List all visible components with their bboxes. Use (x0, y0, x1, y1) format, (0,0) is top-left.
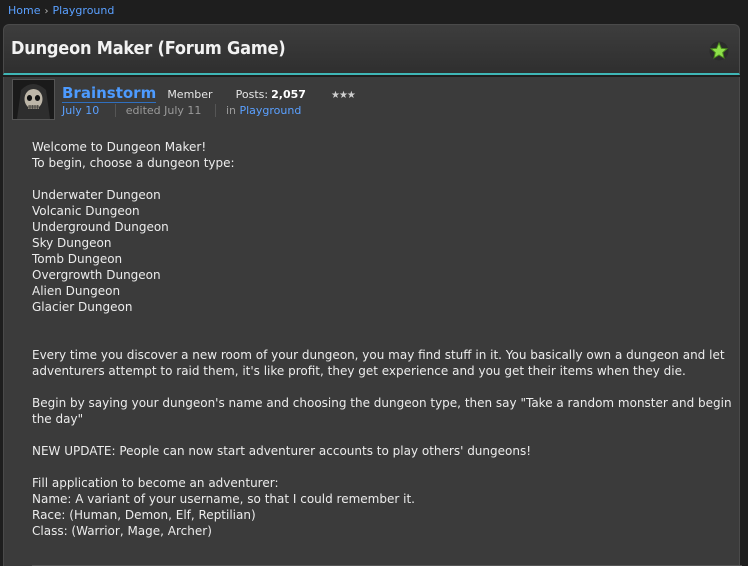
begin-paragraph: Begin by saying your dungeon's name and … (32, 396, 732, 426)
author-role: Member (167, 88, 213, 101)
application-line: Class: (Warrior, Mage, Archer) (32, 524, 212, 538)
breadcrumb: Home › Playground (8, 4, 114, 17)
breadcrumb-home-link[interactable]: Home (8, 4, 40, 17)
application-line: Race: (Human, Demon, Elf, Reptilian) (32, 508, 256, 522)
dungeon-type-item: Glacier Dungeon (32, 300, 133, 314)
dungeon-type-item: Tomb Dungeon (32, 252, 123, 266)
explain-paragraph: Every time you discover a new room of yo… (32, 348, 725, 378)
intro-line: To begin, choose a dungeon type: (32, 156, 235, 170)
post-meta: July 10 edited July 11 in Playground (62, 104, 301, 117)
update-paragraph: NEW UPDATE: People can now start adventu… (32, 444, 532, 458)
dungeon-type-item: Overgrowth Dungeon (32, 268, 161, 282)
post-author-line: Brainstorm Member Posts: 2,057 ★★★ (62, 83, 356, 103)
star-icon (709, 41, 729, 61)
application-line: Fill application to become an adventurer… (32, 476, 279, 490)
posts-label: Posts: (235, 88, 269, 101)
post-body: Welcome to Dungeon Maker! To begin, choo… (32, 139, 732, 539)
category-prefix: in (214, 104, 236, 117)
author-link[interactable]: Brainstorm (62, 84, 157, 103)
dungeon-type-item: Underwater Dungeon (32, 188, 161, 202)
bookmark-button[interactable] (709, 41, 729, 61)
post-date-link[interactable]: July 10 (62, 104, 99, 117)
breadcrumb-separator: › (44, 6, 49, 17)
dungeon-type-item: Alien Dungeon (32, 284, 121, 298)
discussion-title: Dungeon Maker (Forum Game) (11, 38, 286, 59)
dungeon-type-item: Sky Dungeon (32, 236, 112, 250)
application-line: Name: A variant of your username, so tha… (32, 492, 415, 506)
dungeon-type-item: Underground Dungeon (32, 220, 169, 234)
posts-count: 2,057 (271, 88, 306, 101)
intro-line: Welcome to Dungeon Maker! (32, 140, 207, 154)
category-link[interactable]: Playground (239, 104, 301, 117)
discussion-header: Dungeon Maker (Forum Game) (3, 24, 740, 75)
rank-stars: ★★★ (331, 90, 356, 101)
avatar[interactable] (12, 79, 55, 120)
post: Brainstorm Member Posts: 2,057 ★★★ July 1… (3, 77, 742, 566)
breadcrumb-playground-link[interactable]: Playground (52, 4, 114, 17)
edited-note: edited July 11 (114, 104, 202, 117)
skull-avatar-image (13, 80, 54, 119)
dungeon-type-item: Volcanic Dungeon (32, 204, 140, 218)
